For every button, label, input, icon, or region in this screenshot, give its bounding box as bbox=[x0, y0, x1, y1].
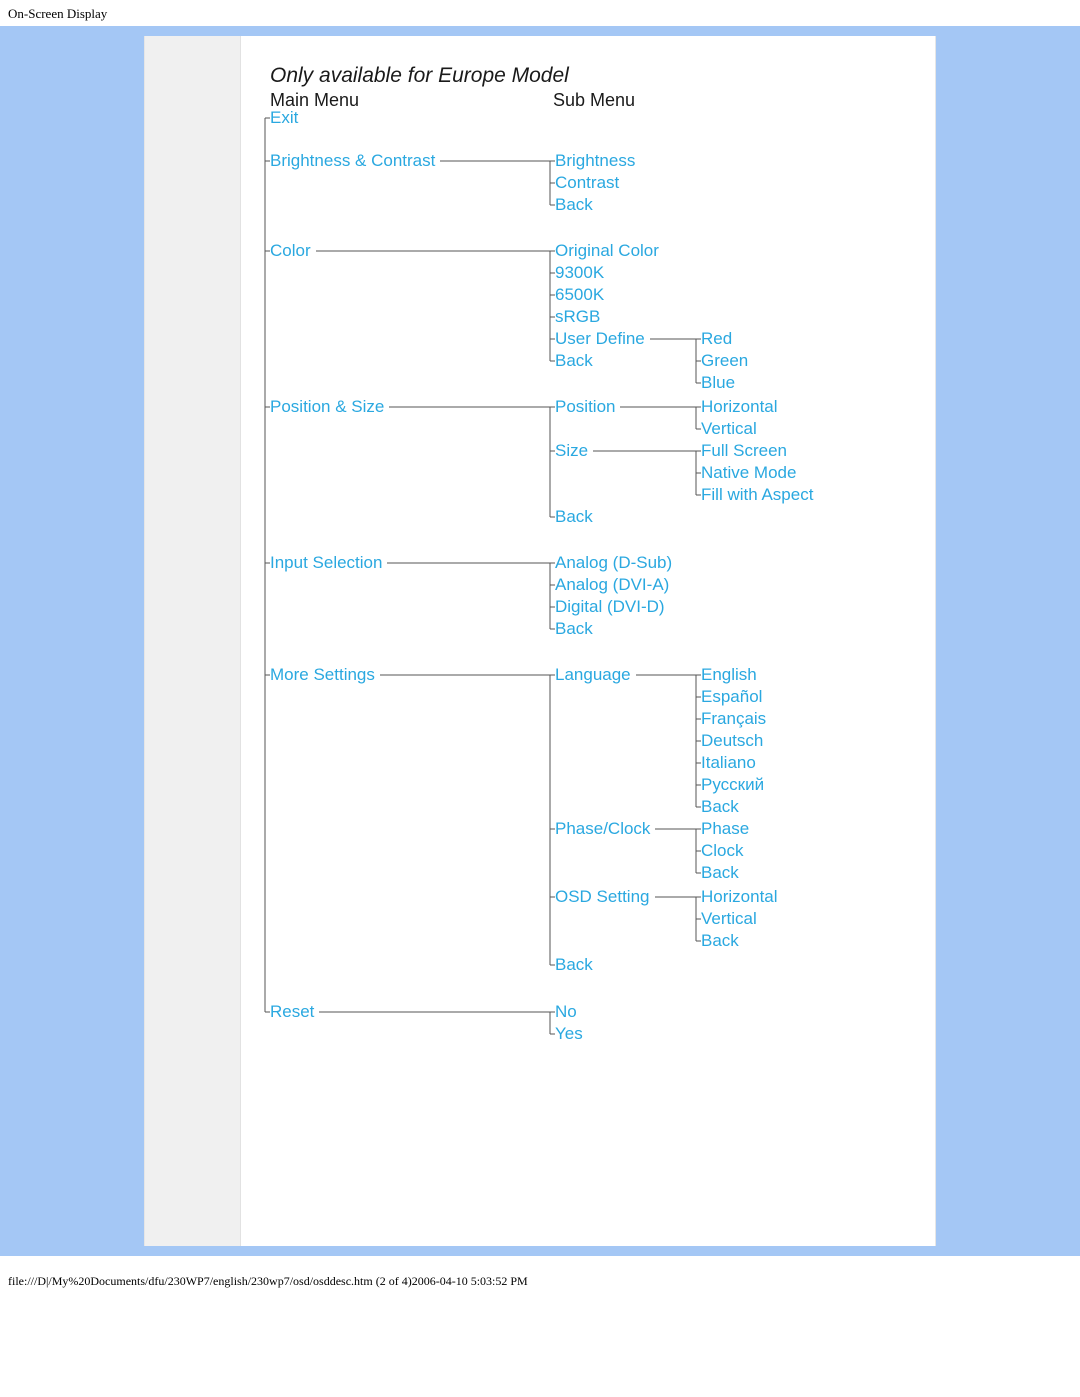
menu-item: Analog (DVI-A) bbox=[555, 576, 669, 593]
menu-item: User Define bbox=[555, 330, 645, 347]
menu-item: Back bbox=[555, 620, 593, 637]
menu-item: 9300K bbox=[555, 264, 604, 281]
menu-item: Original Color bbox=[555, 242, 659, 259]
menu-item: Size bbox=[555, 442, 588, 459]
menu-item: Phase/Clock bbox=[555, 820, 650, 837]
menu-tree-diagram: Only available for Europe Model Main Men… bbox=[145, 36, 935, 1246]
menu-item: Brightness bbox=[555, 152, 635, 169]
menu-item: Reset bbox=[270, 1003, 314, 1020]
menu-item: Deutsch bbox=[701, 732, 763, 749]
menu-item: sRGB bbox=[555, 308, 600, 325]
menu-item: Italiano bbox=[701, 754, 756, 771]
menu-item: Back bbox=[555, 956, 593, 973]
menu-item: Clock bbox=[701, 842, 744, 859]
menu-item: Phase bbox=[701, 820, 749, 837]
footer-file-path: file:///D|/My%20Documents/dfu/230WP7/eng… bbox=[0, 1256, 1080, 1297]
menu-item: Español bbox=[701, 688, 762, 705]
menu-item: Horizontal bbox=[701, 398, 778, 415]
menu-item: Back bbox=[701, 932, 739, 949]
menu-item: Русский bbox=[701, 776, 764, 793]
menu-item: Français bbox=[701, 710, 766, 727]
menu-item: Contrast bbox=[555, 174, 619, 191]
document-page: Only available for Europe Model Main Men… bbox=[144, 36, 936, 1246]
menu-item: OSD Setting bbox=[555, 888, 650, 905]
menu-item: Position & Size bbox=[270, 398, 384, 415]
menu-item: Color bbox=[270, 242, 311, 259]
menu-item: Back bbox=[555, 352, 593, 369]
menu-item: Analog (D-Sub) bbox=[555, 554, 672, 571]
menu-item: Position bbox=[555, 398, 615, 415]
menu-item: Input Selection bbox=[270, 554, 382, 571]
tree-connectors bbox=[145, 36, 935, 1196]
menu-item: Back bbox=[701, 798, 739, 815]
menu-item: Brightness & Contrast bbox=[270, 152, 435, 169]
menu-item: Full Screen bbox=[701, 442, 787, 459]
menu-item: More Settings bbox=[270, 666, 375, 683]
menu-item: Language bbox=[555, 666, 631, 683]
menu-item: Horizontal bbox=[701, 888, 778, 905]
document-frame: Only available for Europe Model Main Men… bbox=[0, 26, 1080, 1256]
menu-item: Vertical bbox=[701, 910, 757, 927]
menu-item: Native Mode bbox=[701, 464, 796, 481]
menu-item: Yes bbox=[555, 1025, 583, 1042]
menu-item: English bbox=[701, 666, 757, 683]
menu-item: Fill with Aspect bbox=[701, 486, 813, 503]
menu-item: Back bbox=[555, 196, 593, 213]
menu-item: Red bbox=[701, 330, 732, 347]
menu-item: Exit bbox=[270, 109, 298, 126]
menu-item: Back bbox=[701, 864, 739, 881]
menu-item: Green bbox=[701, 352, 748, 369]
menu-item: Blue bbox=[701, 374, 735, 391]
menu-item: 6500K bbox=[555, 286, 604, 303]
menu-item: Digital (DVI-D) bbox=[555, 598, 665, 615]
menu-item: No bbox=[555, 1003, 577, 1020]
menu-item: Back bbox=[555, 508, 593, 525]
menu-item: Vertical bbox=[701, 420, 757, 437]
page-title: On-Screen Display bbox=[0, 0, 1080, 26]
